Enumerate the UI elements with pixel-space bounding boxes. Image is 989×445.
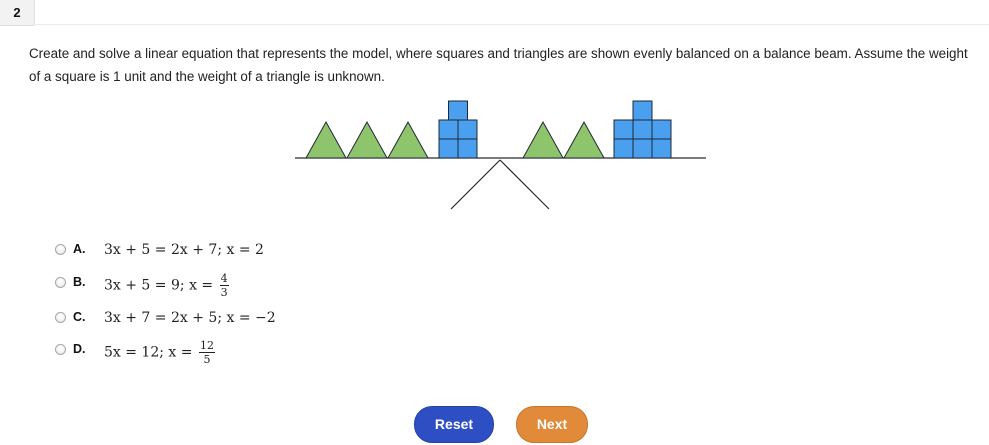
- triangle-weight: [387, 120, 429, 159]
- square-weight: [632, 138, 653, 159]
- question-number: 2: [0, 0, 35, 26]
- square-weight: [448, 100, 468, 121]
- radio-d[interactable]: [55, 344, 66, 355]
- right-pan-items: [522, 100, 672, 159]
- fulcrum-left-leg: [450, 159, 501, 210]
- choice-d[interactable]: D. 5x = 12; x = 12 5: [52, 340, 412, 365]
- fraction: 4 3: [219, 272, 229, 299]
- square-weight: [438, 119, 459, 140]
- choice-b[interactable]: B. 3x + 5 = 9; x = 4 3: [52, 273, 412, 298]
- header-divider: [34, 24, 989, 25]
- fraction: 12 5: [198, 339, 215, 366]
- equation-text: 5x = 12;: [104, 344, 164, 361]
- equation-text: 3x + 7 = 2x + 5;: [104, 310, 223, 326]
- choice-c[interactable]: C. 3x + 7 = 2x + 5; x = −2: [52, 308, 412, 332]
- radio-b[interactable]: [55, 277, 66, 288]
- choice-equation: 3x + 5 = 2x + 7; x = 2: [104, 240, 264, 260]
- solution-prefix: x =: [189, 277, 214, 294]
- equation-text: 3x + 5 = 2x + 7;: [104, 242, 223, 258]
- square-weight: [632, 100, 653, 121]
- solution-prefix: x =: [168, 344, 193, 361]
- fulcrum-right-leg: [499, 159, 550, 210]
- question-prompt: Create and solve a linear equation that …: [29, 46, 968, 84]
- left-pan-items: [305, 100, 478, 159]
- square-weight: [457, 138, 478, 159]
- choice-letter: C.: [73, 310, 86, 324]
- choice-equation: 3x + 5 = 9; x = 4 3: [104, 273, 229, 298]
- fraction-denominator: 5: [203, 353, 211, 366]
- equation-text: 3x + 5 = 9;: [104, 277, 185, 294]
- triangle-weight: [305, 120, 347, 159]
- choice-equation: 3x + 7 = 2x + 5; x = −2: [104, 308, 276, 328]
- reset-button[interactable]: Reset: [414, 406, 494, 443]
- solution-text: x = 2: [226, 242, 264, 258]
- triangle-weight: [522, 120, 564, 159]
- radio-a[interactable]: [55, 244, 66, 255]
- next-button[interactable]: Next: [516, 406, 588, 443]
- radio-c[interactable]: [55, 312, 66, 323]
- square-weight: [457, 119, 478, 140]
- solution-text: x = −2: [226, 310, 276, 326]
- choice-letter: D.: [73, 342, 86, 356]
- fraction-numerator: 12: [198, 339, 215, 353]
- square-weight: [613, 138, 634, 159]
- square-weight: [632, 119, 653, 140]
- choice-letter: B.: [73, 275, 86, 289]
- choice-letter: A.: [73, 242, 86, 256]
- fraction-denominator: 3: [220, 286, 228, 299]
- choice-a[interactable]: A. 3x + 5 = 2x + 7; x = 2: [52, 240, 412, 264]
- square-weight: [438, 138, 459, 159]
- fraction-numerator: 4: [219, 272, 229, 286]
- square-weight: [613, 119, 634, 140]
- triangle-weight: [346, 120, 388, 159]
- choice-equation: 5x = 12; x = 12 5: [104, 340, 215, 365]
- triangle-weight: [563, 120, 605, 159]
- square-weight: [651, 138, 672, 159]
- balance-beam-figure: [295, 100, 706, 210]
- square-weight: [651, 119, 672, 140]
